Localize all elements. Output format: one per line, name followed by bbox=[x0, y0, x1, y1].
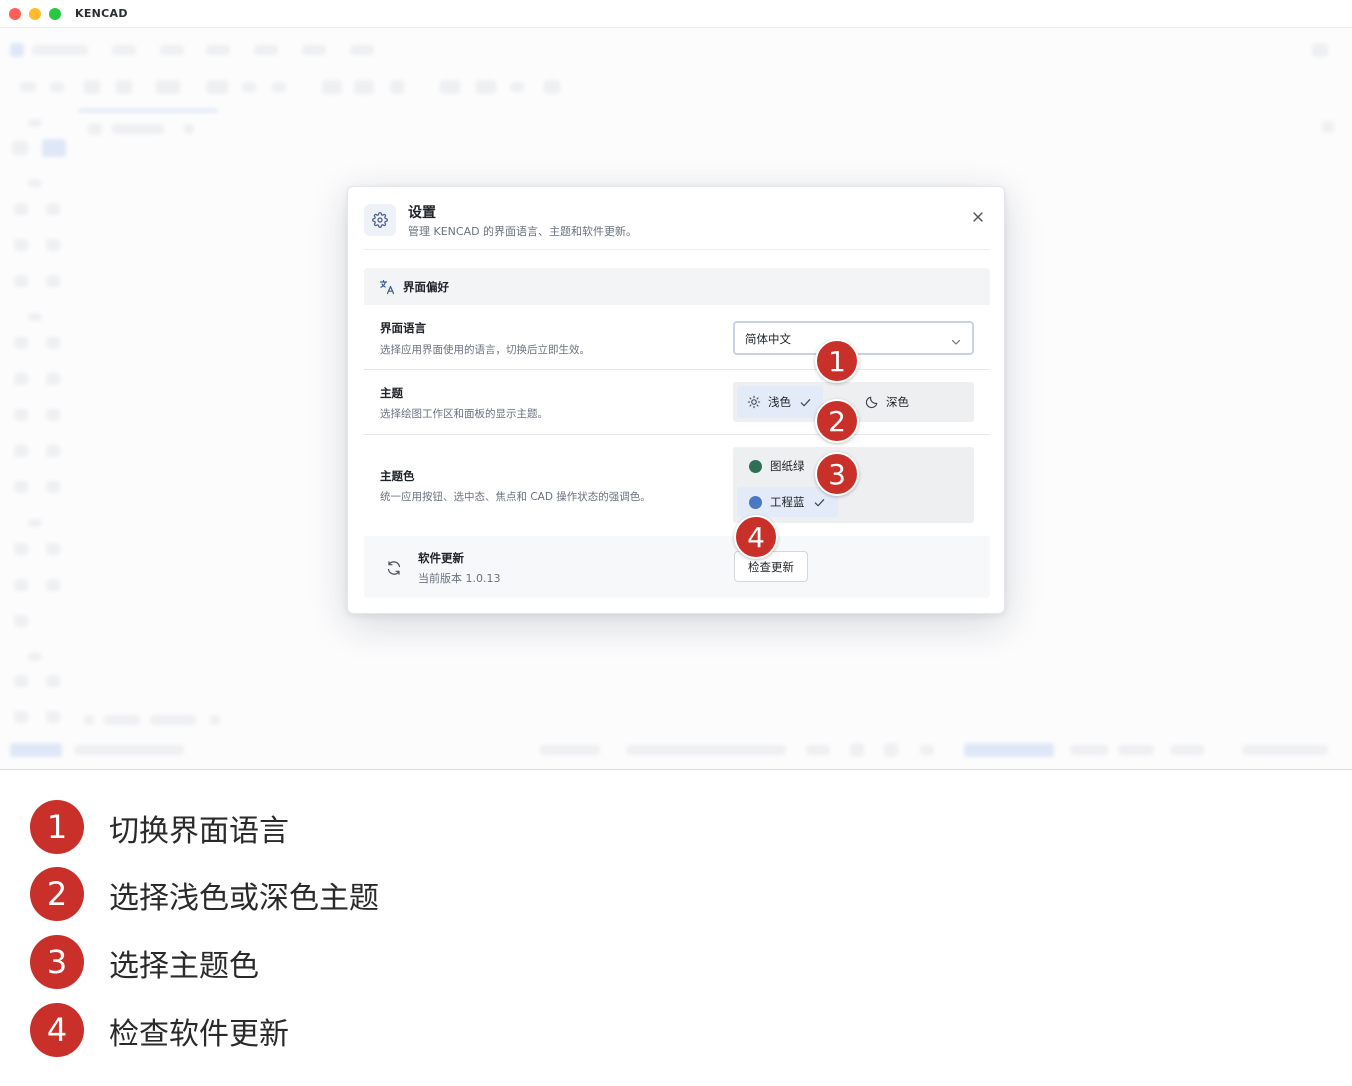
theme-option-light-label: 浅色 bbox=[768, 395, 791, 409]
check-icon bbox=[813, 496, 826, 509]
legend-text: 选择浅色或深色主题 bbox=[109, 881, 379, 916]
app-window: KENCAD 设置 管理 KENCAD 的界面语言、主题和软件更新。 界面偏好 … bbox=[0, 0, 1352, 770]
legend-marker: 2 bbox=[30, 867, 84, 921]
minimize-window-button[interactable] bbox=[29, 8, 41, 20]
moon-icon bbox=[865, 395, 879, 409]
section-title: 界面偏好 bbox=[403, 280, 449, 294]
callout-marker-2: 2 bbox=[815, 399, 859, 443]
settings-dialog: 设置 管理 KENCAD 的界面语言、主题和软件更新。 界面偏好 界面语言 选择… bbox=[347, 186, 1005, 614]
maximize-window-button[interactable] bbox=[49, 8, 61, 20]
interface-preferences-section: 界面偏好 界面语言 选择应用界面使用的语言，切换后立即生效。 简体中文 主题 选… bbox=[364, 268, 990, 598]
refresh-icon bbox=[386, 560, 402, 576]
sun-icon bbox=[747, 395, 761, 409]
section-header: 界面偏好 bbox=[364, 268, 990, 305]
gear-icon bbox=[364, 204, 396, 236]
legend-marker: 1 bbox=[30, 800, 84, 854]
current-version: 当前版本 1.0.13 bbox=[418, 572, 501, 585]
theme-label: 主题 bbox=[380, 386, 403, 400]
dialog-title: 设置 bbox=[408, 205, 436, 221]
close-icon[interactable] bbox=[968, 207, 988, 227]
theme-option-dark[interactable]: 深色 bbox=[857, 386, 967, 418]
callout-marker-4: 4 bbox=[734, 515, 778, 559]
title-bar: KENCAD bbox=[0, 0, 1352, 28]
theme-description: 选择绘图工作区和面板的显示主题。 bbox=[380, 408, 548, 420]
chevron-down-icon bbox=[950, 333, 962, 345]
legend-marker: 3 bbox=[30, 935, 84, 989]
legend-item: 1 切换界面语言 bbox=[30, 800, 630, 854]
language-label: 界面语言 bbox=[380, 321, 426, 335]
legend-text: 切换界面语言 bbox=[109, 814, 289, 849]
translate-icon bbox=[379, 279, 395, 295]
legend-item: 4 检查软件更新 bbox=[30, 1003, 630, 1057]
dialog-divider bbox=[364, 249, 990, 250]
accent-label: 主题色 bbox=[380, 469, 415, 483]
close-window-button[interactable] bbox=[9, 8, 21, 20]
row-divider bbox=[364, 369, 990, 370]
language-select-value: 简体中文 bbox=[745, 332, 791, 346]
theme-option-dark-label: 深色 bbox=[886, 395, 909, 409]
legend-marker: 4 bbox=[30, 1003, 84, 1057]
blue-swatch bbox=[749, 495, 762, 509]
dialog-subtitle: 管理 KENCAD 的界面语言、主题和软件更新。 bbox=[408, 225, 638, 238]
accent-description: 统一应用按钮、选中态、焦点和 CAD 操作状态的强调色。 bbox=[380, 491, 651, 503]
legend-item: 2 选择浅色或深色主题 bbox=[30, 867, 630, 921]
accent-option-blue-label: 工程蓝 bbox=[770, 495, 805, 509]
legend-text: 检查软件更新 bbox=[109, 1017, 289, 1052]
row-divider bbox=[364, 434, 990, 435]
update-label: 软件更新 bbox=[418, 551, 464, 565]
accent-option-green-label: 图纸绿 bbox=[770, 459, 805, 473]
window-title: KENCAD bbox=[75, 7, 128, 20]
legend-text: 选择主题色 bbox=[109, 949, 259, 984]
check-icon bbox=[799, 396, 812, 409]
callout-marker-1: 1 bbox=[815, 339, 859, 383]
green-swatch bbox=[749, 459, 762, 473]
software-update-panel: 软件更新 当前版本 1.0.13 检查更新 bbox=[364, 536, 990, 598]
theme-option-light[interactable]: 浅色 bbox=[737, 386, 823, 418]
callout-marker-3: 3 bbox=[815, 452, 859, 496]
language-description: 选择应用界面使用的语言，切换后立即生效。 bbox=[380, 344, 590, 356]
legend-item: 3 选择主题色 bbox=[30, 935, 630, 989]
